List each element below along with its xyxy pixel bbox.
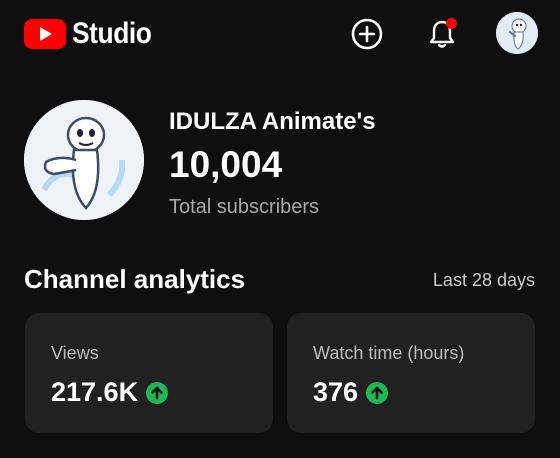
channel-avatar-image [24, 100, 144, 220]
analytics-title: Channel analytics [24, 264, 246, 294]
views-value: 217.6K [51, 377, 139, 407]
views-card[interactable]: Views 217.6K [25, 313, 273, 433]
create-button[interactable] [347, 14, 387, 54]
channel-avatar[interactable] [24, 100, 144, 220]
arrow-up-circle-icon [146, 381, 169, 404]
logo-text: Studio [72, 17, 152, 50]
channel-name: IDULZA Animate's [169, 108, 376, 135]
views-value-row: 217.6K [51, 377, 169, 408]
create-plus-icon [351, 18, 383, 50]
youtube-studio-logo[interactable]: Studio [24, 17, 162, 51]
app-header: Studio [0, 0, 560, 68]
watch-time-label: Watch time (hours) [313, 343, 465, 363]
account-avatar [496, 12, 538, 54]
watch-time-value-row: 376 [313, 377, 389, 408]
subscriber-count: 10,004 [169, 144, 283, 185]
subscriber-label: Total subscribers [169, 196, 320, 218]
watch-time-card[interactable]: Watch time (hours) 376 [287, 313, 535, 433]
youtube-play-icon [24, 19, 66, 49]
arrow-up-circle-icon [366, 381, 389, 404]
analytics-period[interactable]: Last 28 days [433, 270, 535, 291]
notifications-button[interactable] [422, 14, 462, 54]
views-label: Views [51, 343, 99, 363]
notification-dot [446, 18, 457, 29]
account-avatar-button[interactable] [496, 12, 538, 54]
channel-profile: IDULZA Animate's 10,004 Total subscriber… [24, 100, 544, 225]
watch-time-value: 376 [313, 377, 359, 407]
